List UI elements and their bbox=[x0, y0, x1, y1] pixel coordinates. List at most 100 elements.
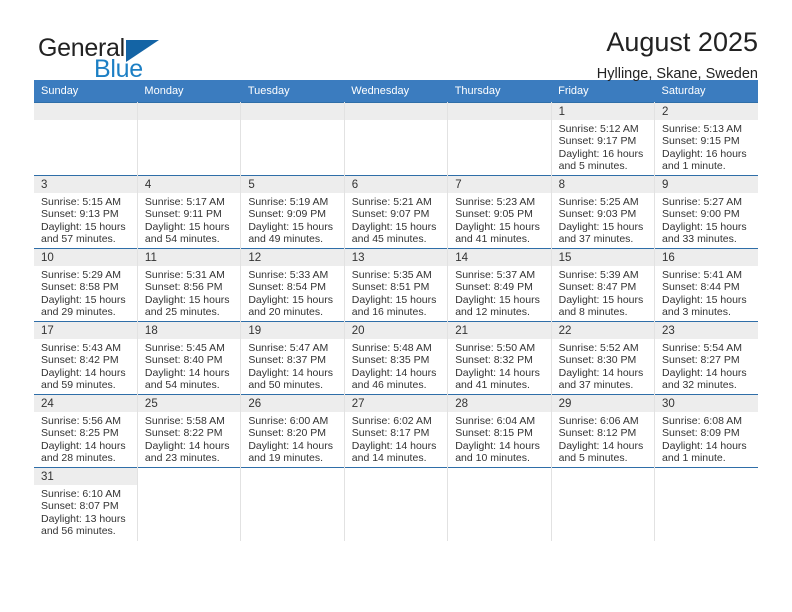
day-number: 5 bbox=[241, 176, 344, 193]
daylight-duration-line1: Daylight: 15 hours bbox=[455, 220, 540, 233]
calendar-day-cell[interactable]: 15 Sunrise: 5:39 AM Sunset: 8:47 PM Dayligh… bbox=[550, 248, 656, 322]
calendar-body: 1 Sunrise: 5:12 AM Sunset: 9:17 PM Daylight… bbox=[34, 102, 758, 541]
sunrise-time: Sunrise: 5:56 AM bbox=[41, 415, 121, 427]
day-details: Sunrise: 5:17 AM Sunset: 9:11 PM Daylight:… bbox=[138, 193, 240, 246]
day-details: Sunrise: 6:00 AM Sunset: 8:20 PM Daylight:… bbox=[241, 412, 343, 465]
day-number: 25 bbox=[137, 395, 241, 412]
weekday-header-tuesday: Tuesday bbox=[240, 80, 345, 103]
daylight-duration-line1: Daylight: 14 hours bbox=[144, 439, 230, 452]
page-header: General Blue August 2025 Hyllinge, Skane… bbox=[34, 0, 758, 83]
calendar-day-cell[interactable]: 14 Sunrise: 5:37 AM Sunset: 8:49 PM Dayligh… bbox=[447, 248, 552, 322]
calendar-day-cell[interactable]: 3 Sunrise: 5:15 AM Sunset: 9:13 PM Daylight… bbox=[34, 175, 138, 249]
calendar-day-cell[interactable]: 23 Sunrise: 5:54 AM Sunset: 8:27 PM Dayligh… bbox=[654, 321, 758, 395]
calendar-day-cell[interactable]: 26 Sunrise: 6:00 AM Sunset: 8:20 PM Dayligh… bbox=[240, 394, 345, 468]
day-number: 22 bbox=[551, 322, 655, 339]
day-details: Sunrise: 5:52 AM Sunset: 8:30 PM Daylight:… bbox=[552, 339, 654, 392]
calendar-cell-empty bbox=[343, 102, 449, 176]
calendar-day-cell[interactable]: 16 Sunrise: 5:41 AM Sunset: 8:44 PM Dayligh… bbox=[654, 248, 758, 322]
daylight-duration-line2: and 37 minutes. bbox=[558, 379, 634, 392]
calendar-day-cell[interactable]: 5 Sunrise: 5:19 AM Sunset: 9:09 PM Daylight… bbox=[240, 175, 345, 249]
sunset-time: Sunset: 8:44 PM bbox=[662, 281, 740, 294]
daylight-duration-line1: Daylight: 14 hours bbox=[662, 439, 747, 452]
daylight-duration-line2: and 20 minutes. bbox=[248, 306, 324, 319]
calendar-day-cell[interactable]: 7 Sunrise: 5:23 AM Sunset: 9:05 PM Daylight… bbox=[447, 175, 552, 249]
daylight-duration-line2: and 37 minutes. bbox=[558, 233, 634, 246]
calendar-day-cell[interactable]: 9 Sunrise: 5:27 AM Sunset: 9:00 PM Daylight… bbox=[654, 175, 758, 249]
sunset-time: Sunset: 8:30 PM bbox=[558, 354, 637, 367]
day-number: 3 bbox=[34, 176, 137, 193]
calendar-day-cell[interactable]: 1 Sunrise: 5:12 AM Sunset: 9:17 PM Daylight… bbox=[550, 102, 656, 176]
calendar-day-cell[interactable]: 27 Sunrise: 6:02 AM Sunset: 8:17 PM Dayligh… bbox=[343, 394, 449, 468]
day-details: Sunrise: 6:02 AM Sunset: 8:17 PM Daylight:… bbox=[345, 412, 447, 465]
day-number: 17 bbox=[34, 322, 137, 339]
daylight-duration-line1: Daylight: 15 hours bbox=[41, 220, 126, 233]
sunrise-time: Sunrise: 5:54 AM bbox=[662, 342, 742, 354]
calendar-day-cell[interactable]: 24 Sunrise: 5:56 AM Sunset: 8:25 PM Dayligh… bbox=[34, 394, 138, 468]
sunset-time: Sunset: 8:49 PM bbox=[455, 281, 533, 294]
calendar-day-cell[interactable]: 20 Sunrise: 5:48 AM Sunset: 8:35 PM Dayligh… bbox=[343, 321, 449, 395]
daylight-duration-line2: and 12 minutes. bbox=[455, 306, 530, 319]
sunrise-time: Sunrise: 5:19 AM bbox=[248, 196, 329, 208]
calendar-day-cell[interactable]: 19 Sunrise: 5:47 AM Sunset: 8:37 PM Dayligh… bbox=[240, 321, 345, 395]
general-blue-logo[interactable]: General Blue bbox=[34, 26, 188, 83]
calendar-day-cell[interactable]: 28 Sunrise: 6:04 AM Sunset: 8:15 PM Dayligh… bbox=[447, 394, 552, 468]
day-number: 19 bbox=[241, 322, 344, 339]
calendar-day-cell[interactable]: 12 Sunrise: 5:33 AM Sunset: 8:54 PM Dayligh… bbox=[240, 248, 345, 322]
day-number: 2 bbox=[655, 103, 758, 120]
calendar-day-cell[interactable]: 18 Sunrise: 5:45 AM Sunset: 8:40 PM Dayligh… bbox=[136, 321, 242, 395]
calendar-day-cell[interactable]: 6 Sunrise: 5:21 AM Sunset: 9:07 PM Daylight… bbox=[343, 175, 449, 249]
calendar-cell-blank bbox=[343, 467, 449, 541]
sunset-time: Sunset: 9:05 PM bbox=[455, 208, 533, 221]
calendar-day-cell[interactable]: 30 Sunrise: 6:08 AM Sunset: 8:09 PM Dayligh… bbox=[654, 394, 758, 468]
daylight-duration-line1: Daylight: 15 hours bbox=[351, 293, 437, 306]
daylight-duration-line2: and 54 minutes. bbox=[144, 379, 220, 392]
day-details: Sunrise: 5:56 AM Sunset: 8:25 PM Daylight:… bbox=[34, 412, 137, 465]
daylight-duration-line2: and 25 minutes. bbox=[144, 306, 220, 319]
day-details: Sunrise: 5:48 AM Sunset: 8:35 PM Daylight:… bbox=[345, 339, 447, 392]
sunrise-time: Sunrise: 5:58 AM bbox=[144, 415, 225, 427]
day-number: 26 bbox=[241, 395, 344, 412]
calendar-day-cell[interactable]: 11 Sunrise: 5:31 AM Sunset: 8:56 PM Dayligh… bbox=[136, 248, 242, 322]
daylight-duration-line2: and 45 minutes. bbox=[351, 233, 427, 246]
daylight-duration-line1: Daylight: 14 hours bbox=[351, 366, 437, 379]
day-number: 9 bbox=[655, 176, 758, 193]
calendar-day-cell[interactable]: 17 Sunrise: 5:43 AM Sunset: 8:42 PM Dayligh… bbox=[34, 321, 138, 395]
day-number: 7 bbox=[448, 176, 551, 193]
calendar-day-cell[interactable]: 10 Sunrise: 5:29 AM Sunset: 8:58 PM Dayligh… bbox=[34, 248, 138, 322]
daylight-duration-line1: Daylight: 14 hours bbox=[558, 366, 644, 379]
calendar-day-cell[interactable]: 31 Sunrise: 6:10 AM Sunset: 8:07 PM Dayligh… bbox=[34, 467, 138, 541]
daylight-duration-line1: Daylight: 16 hours bbox=[662, 147, 747, 160]
calendar-day-cell[interactable]: 21 Sunrise: 5:50 AM Sunset: 8:32 PM Dayligh… bbox=[447, 321, 552, 395]
day-number: 8 bbox=[551, 176, 655, 193]
day-details: Sunrise: 5:27 AM Sunset: 9:00 PM Daylight:… bbox=[655, 193, 758, 246]
day-number: 16 bbox=[655, 249, 758, 266]
day-number: 4 bbox=[137, 176, 241, 193]
calendar-day-cell[interactable]: 8 Sunrise: 5:25 AM Sunset: 9:03 PM Daylight… bbox=[550, 175, 656, 249]
daylight-duration-line2: and 59 minutes. bbox=[41, 379, 116, 392]
calendar-cell-blank bbox=[136, 467, 242, 541]
sunrise-time: Sunrise: 5:35 AM bbox=[351, 269, 432, 281]
calendar-grid: Sunday Monday Tuesday Wednesday Thursday… bbox=[34, 80, 758, 541]
calendar-day-cell[interactable]: 29 Sunrise: 6:06 AM Sunset: 8:12 PM Dayligh… bbox=[550, 394, 656, 468]
sunrise-time: Sunrise: 5:31 AM bbox=[144, 269, 225, 281]
day-details: Sunrise: 5:37 AM Sunset: 8:49 PM Daylight:… bbox=[448, 266, 550, 319]
sunrise-time: Sunrise: 5:12 AM bbox=[558, 123, 639, 135]
daylight-duration-line1: Daylight: 15 hours bbox=[455, 293, 540, 306]
sunset-time: Sunset: 9:13 PM bbox=[41, 208, 119, 221]
sunset-time: Sunset: 9:00 PM bbox=[662, 208, 740, 221]
weekday-header-wednesday: Wednesday bbox=[344, 80, 448, 103]
day-details: Sunrise: 5:23 AM Sunset: 9:05 PM Daylight:… bbox=[448, 193, 550, 246]
calendar-day-cell[interactable]: 4 Sunrise: 5:17 AM Sunset: 9:11 PM Daylight… bbox=[136, 175, 242, 249]
calendar-day-cell[interactable]: 25 Sunrise: 5:58 AM Sunset: 8:22 PM Dayligh… bbox=[136, 394, 242, 468]
sunrise-time: Sunrise: 5:13 AM bbox=[662, 123, 742, 135]
calendar-day-cell[interactable]: 13 Sunrise: 5:35 AM Sunset: 8:51 PM Dayligh… bbox=[343, 248, 449, 322]
daylight-duration-line2: and 41 minutes. bbox=[455, 379, 530, 392]
calendar-day-cell[interactable]: 2 Sunrise: 5:13 AM Sunset: 9:15 PM Daylight… bbox=[654, 102, 758, 176]
sunset-time: Sunset: 9:11 PM bbox=[144, 208, 222, 221]
calendar-day-cell[interactable]: 22 Sunrise: 5:52 AM Sunset: 8:30 PM Dayligh… bbox=[550, 321, 656, 395]
calendar-cell-blank bbox=[447, 467, 552, 541]
sunset-time: Sunset: 8:17 PM bbox=[351, 427, 430, 440]
day-number-band bbox=[241, 103, 344, 120]
day-number-band bbox=[448, 103, 551, 120]
daylight-duration-line2: and 33 minutes. bbox=[662, 233, 737, 246]
